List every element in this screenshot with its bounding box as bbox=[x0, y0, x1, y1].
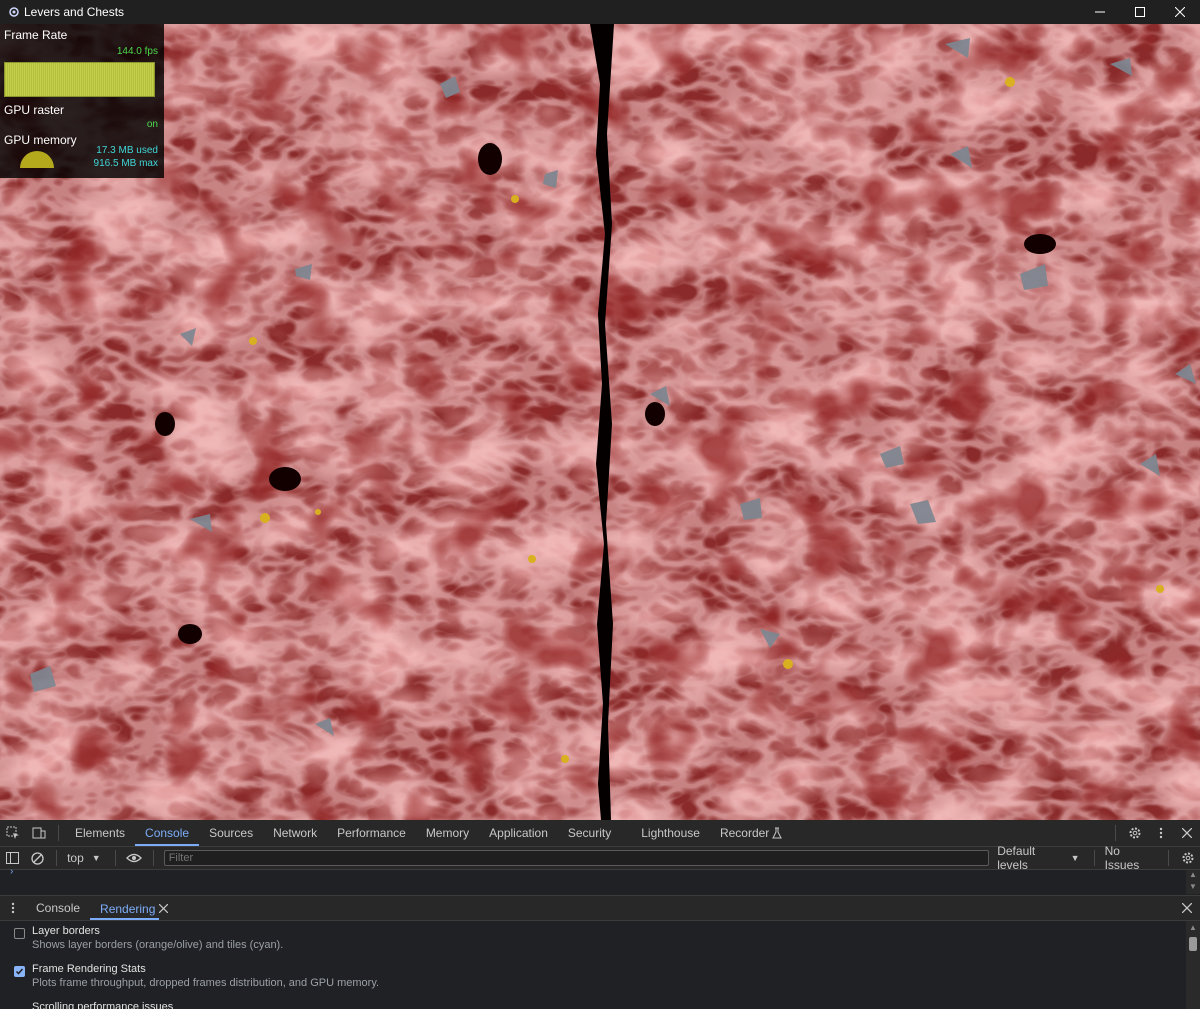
rendering-panel: Layer borders Shows layer borders (orang… bbox=[0, 921, 1184, 1009]
console-toolbar: top ▼ Default levels ▼ No Issues bbox=[0, 844, 1200, 872]
layer-borders-checkbox[interactable] bbox=[14, 928, 25, 939]
context-selector[interactable]: top bbox=[67, 851, 84, 865]
gpu-memory-label: GPU memory bbox=[4, 133, 77, 147]
window-titlebar: Levers and Chests bbox=[0, 0, 1200, 24]
divider bbox=[152, 850, 154, 866]
memory-max: 916.5 MB max bbox=[93, 158, 158, 169]
scroll-up-icon[interactable]: ▲ bbox=[1189, 923, 1197, 932]
tab-security[interactable]: Security bbox=[558, 820, 621, 846]
close-button[interactable] bbox=[1160, 0, 1200, 24]
frame-rendering-stats-checkbox[interactable] bbox=[14, 966, 25, 977]
more-options-icon[interactable] bbox=[1148, 820, 1174, 846]
drawer-tab-bar: Console Rendering bbox=[0, 895, 1200, 921]
tab-memory[interactable]: Memory bbox=[416, 820, 479, 846]
tab-recorder[interactable]: Recorder bbox=[710, 820, 771, 846]
tab-console[interactable]: Console bbox=[135, 820, 200, 846]
scrollbar-thumb[interactable] bbox=[1189, 937, 1197, 951]
maximize-button[interactable] bbox=[1120, 0, 1160, 24]
gpu-raster-value: on bbox=[146, 119, 158, 130]
chevron-down-icon[interactable]: ▼ bbox=[92, 853, 101, 863]
frame-rendering-stats-overlay: Frame Rate 144.0 fps GPU raster on GPU m… bbox=[0, 24, 164, 178]
scroll-up-icon[interactable]: ▲ bbox=[1189, 870, 1197, 879]
tab-elements[interactable]: Elements bbox=[65, 820, 135, 846]
tab-lighthouse[interactable]: Lighthouse bbox=[631, 820, 710, 846]
console-settings-gear-icon[interactable] bbox=[1175, 847, 1200, 869]
scroll-down-icon[interactable]: ▼ bbox=[1189, 882, 1197, 891]
chevron-down-icon[interactable]: ▼ bbox=[1071, 853, 1080, 863]
frame-rate-label: Frame Rate bbox=[4, 28, 68, 42]
console-output[interactable]: › ▲ ▼ bbox=[0, 866, 1200, 894]
inspect-element-icon[interactable] bbox=[0, 820, 26, 846]
live-expression-eye-icon[interactable] bbox=[122, 847, 147, 869]
divider bbox=[56, 850, 58, 866]
close-devtools-icon[interactable] bbox=[1174, 820, 1200, 846]
drawer-menu-icon[interactable] bbox=[0, 896, 26, 920]
option-title: Layer borders bbox=[32, 925, 100, 937]
game-viewport[interactable]: Frame Rate 144.0 fps GPU raster on GPU m… bbox=[0, 24, 1200, 820]
tab-sources[interactable]: Sources bbox=[199, 820, 263, 846]
issues-counter[interactable]: No Issues bbox=[1105, 844, 1156, 872]
drawer-tab-rendering[interactable]: Rendering bbox=[90, 896, 160, 920]
rendering-scrollbar[interactable]: ▲ bbox=[1186, 921, 1200, 1009]
close-tab-icon[interactable] bbox=[159, 903, 169, 913]
divider bbox=[1115, 825, 1116, 841]
divider bbox=[1168, 850, 1169, 866]
console-scrollbar[interactable]: ▲ ▼ bbox=[1186, 870, 1200, 894]
game-scene bbox=[0, 24, 1200, 820]
memory-used: 17.3 MB used bbox=[96, 145, 158, 156]
window-title: Levers and Chests bbox=[24, 5, 125, 19]
prompt-chevron-icon: › bbox=[10, 866, 14, 877]
close-drawer-icon[interactable] bbox=[1174, 896, 1200, 920]
devtools-tab-bar: Elements Console Sources Network Perform… bbox=[0, 820, 1200, 847]
tab-application[interactable]: Application bbox=[479, 820, 558, 846]
settings-gear-icon[interactable] bbox=[1122, 820, 1148, 846]
app-gear-icon bbox=[8, 6, 20, 18]
log-levels-dropdown[interactable]: Default levels bbox=[997, 844, 1066, 872]
clear-console-icon[interactable] bbox=[25, 847, 50, 869]
drawer-tab-console[interactable]: Console bbox=[26, 895, 90, 921]
gpu-raster-label: GPU raster bbox=[4, 103, 65, 117]
option-description: Shows layer borders (orange/olive) and t… bbox=[32, 939, 284, 951]
divider bbox=[1093, 850, 1095, 866]
filter-input[interactable] bbox=[163, 850, 990, 866]
tab-network[interactable]: Network bbox=[263, 820, 327, 846]
gpu-memory-gauge bbox=[20, 151, 54, 168]
flask-icon bbox=[771, 827, 783, 839]
fps-graph bbox=[4, 62, 155, 97]
divider bbox=[114, 850, 116, 866]
device-toolbar-icon[interactable] bbox=[26, 820, 52, 846]
option-description: Plots frame throughput, dropped frames d… bbox=[32, 977, 380, 989]
option-title: Frame Rendering Stats bbox=[32, 963, 146, 975]
option-title: Scrolling performance issues bbox=[32, 1001, 174, 1009]
minimize-button[interactable] bbox=[1080, 0, 1120, 24]
divider bbox=[58, 825, 59, 841]
tab-performance[interactable]: Performance bbox=[327, 820, 416, 846]
fps-value: 144.0 fps bbox=[116, 46, 158, 57]
